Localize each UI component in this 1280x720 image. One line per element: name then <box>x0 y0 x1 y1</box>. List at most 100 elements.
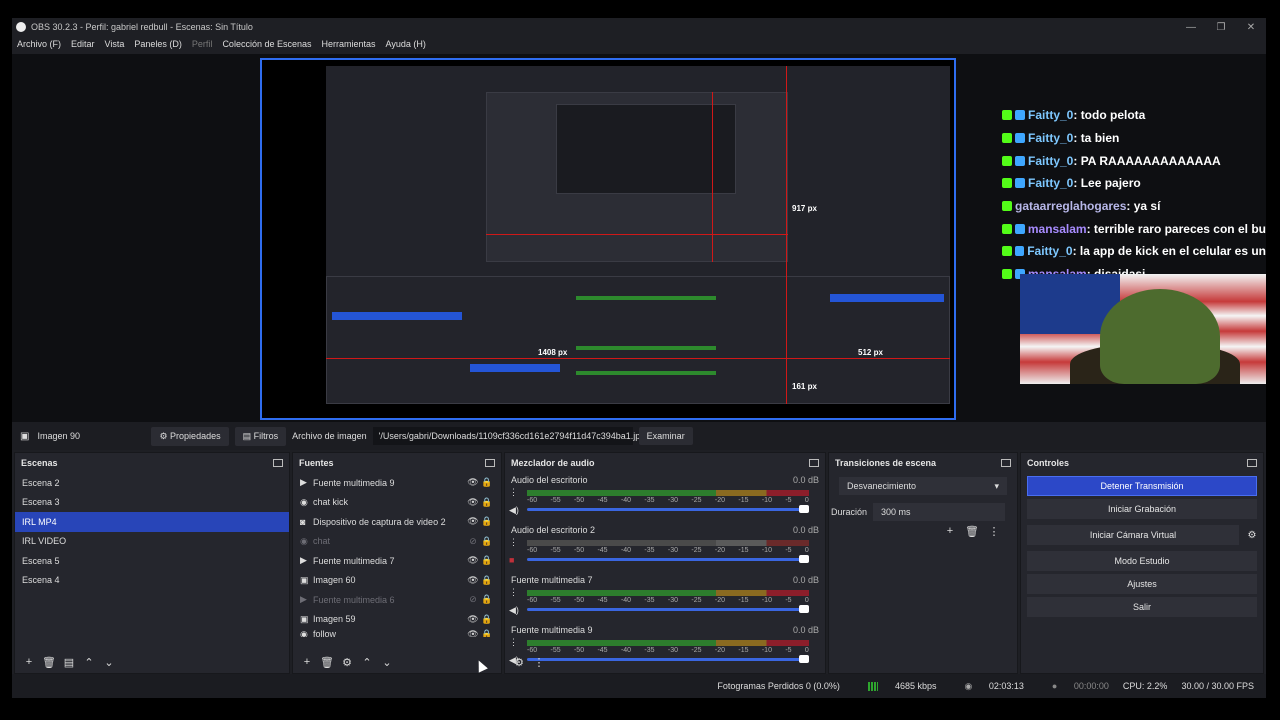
undock-icon[interactable] <box>1001 459 1011 467</box>
trash-icon[interactable]: 🗑 <box>961 525 983 538</box>
speaker-icon[interactable]: ◀) <box>509 605 519 616</box>
scene-item[interactable]: Escena 4 <box>15 571 289 591</box>
arrow-down-icon[interactable]: ⌄ <box>99 656 119 669</box>
advanced-audio-icon[interactable]: ⚙ <box>509 656 529 669</box>
scene-item[interactable]: IRL VIDEO <box>15 532 289 552</box>
menu-dots-icon[interactable]: ⋮ <box>509 637 518 648</box>
source-item[interactable]: ▶ Fuente multimedia 7 👁 🔒 <box>293 551 501 571</box>
lock-icon[interactable]: 🔒 <box>480 536 494 547</box>
eye-icon[interactable]: 👁 <box>466 614 480 625</box>
lock-icon[interactable]: 🔒 <box>480 575 494 586</box>
menu-edit[interactable]: Editar <box>66 39 100 49</box>
volume-slider-handle[interactable] <box>799 605 809 613</box>
menu-dots-icon[interactable]: ⋮ <box>509 587 518 598</box>
trash-icon[interactable]: 🗑 <box>39 656 59 669</box>
source-item[interactable]: ▣ Imagen 60 👁 🔒 <box>293 571 501 591</box>
preview-canvas[interactable]: 917 px 1408 px 512 px 161 px <box>260 58 956 420</box>
arrow-up-icon[interactable]: ⌃ <box>357 656 377 669</box>
source-item[interactable]: ◙ Dispositivo de captura de video 2 👁 🔒 <box>293 512 501 532</box>
scale-tick: -50 <box>573 597 585 604</box>
undock-icon[interactable] <box>809 459 819 467</box>
menu-docks[interactable]: Paneles (D) <box>129 39 187 49</box>
stop-stream-button[interactable]: Detener Transmisión <box>1027 476 1257 496</box>
maximize-button[interactable]: ❐ <box>1206 22 1236 33</box>
minimize-button[interactable]: — <box>1176 22 1206 33</box>
volume-slider-handle[interactable] <box>799 505 809 513</box>
speaker-muted-icon[interactable]: ■ <box>509 555 514 565</box>
settings-button[interactable]: Ajustes <box>1027 574 1257 594</box>
add-icon[interactable]: + <box>939 525 961 538</box>
source-item[interactable]: ▶ Fuente multimedia 9 👁 🔒 <box>293 473 501 493</box>
menu-help[interactable]: Ayuda (H) <box>381 39 431 49</box>
studio-mode-button[interactable]: Modo Estudio <box>1027 551 1257 571</box>
eye-hidden-icon[interactable]: ⊘ <box>466 536 480 547</box>
menu-scene-collection[interactable]: Colección de Escenas <box>217 39 316 49</box>
volume-slider-handle[interactable] <box>799 555 809 563</box>
speaker-icon[interactable]: ◀) <box>509 505 519 516</box>
scale-tick: -40 <box>620 597 632 604</box>
menu-profile[interactable]: Perfil <box>187 39 218 49</box>
arrow-up-icon[interactable]: ⌃ <box>79 656 99 669</box>
add-icon[interactable]: + <box>19 656 39 668</box>
filter-icon[interactable]: ▤ <box>59 656 79 669</box>
trash-icon[interactable]: 🗑 <box>317 656 337 669</box>
scale-tick: -25 <box>691 497 702 504</box>
volume-slider[interactable] <box>527 558 803 561</box>
virtual-camera-button[interactable]: Iniciar Cámara Virtual <box>1027 525 1239 545</box>
lock-icon[interactable]: 🔒 <box>480 477 494 488</box>
source-item-hidden[interactable]: ▶ Fuente multimedia 6 ⊘ 🔒 <box>293 590 501 610</box>
menu-file[interactable]: Archivo (F) <box>12 39 66 49</box>
undock-icon[interactable] <box>485 459 495 467</box>
close-button[interactable]: ✕ <box>1236 22 1266 33</box>
volume-slider[interactable] <box>527 508 803 511</box>
browse-button[interactable]: Examinar <box>638 427 693 445</box>
record-icon: ● <box>1051 681 1058 691</box>
lock-icon[interactable]: 🔒 <box>480 497 494 508</box>
menu-dots-icon[interactable]: ⋮ <box>529 656 549 669</box>
eye-icon[interactable]: 👁 <box>466 516 480 527</box>
properties-button[interactable]: ⚙ Propiedades <box>151 426 229 446</box>
file-path-field[interactable]: '/Users/gabri/Downloads/1109cf336cd161e2… <box>372 427 645 445</box>
eye-icon[interactable]: 👁 <box>466 497 480 508</box>
scene-item-selected[interactable]: IRL MP4 <box>15 512 289 532</box>
mixer-channel: Audio del escritorio 2 0.0 dB ⋮ -60 -55 -50 -4… <box>505 523 825 573</box>
transition-select[interactable]: Desvanecimiento ▾ <box>839 477 1007 495</box>
undock-icon[interactable] <box>1247 459 1257 467</box>
source-item[interactable]: ▣ Imagen 59 👁 🔒 <box>293 610 501 630</box>
lock-icon[interactable]: 🔒 <box>480 614 494 625</box>
source-item-hidden[interactable]: ◉ chat ⊘ 🔒 <box>293 532 501 552</box>
scale-tick: -5 <box>785 497 792 504</box>
source-item[interactable]: ◉ chat kick 👁 🔒 <box>293 493 501 513</box>
menu-dots-icon[interactable]: ⋮ <box>509 537 518 548</box>
arrow-down-icon[interactable]: ⌄ <box>377 656 397 669</box>
eye-icon[interactable]: 👁 <box>466 629 480 637</box>
exit-button[interactable]: Salir <box>1027 597 1257 617</box>
scene-item[interactable]: Escena 3 <box>15 493 289 513</box>
menu-dots-icon[interactable]: ⋮ <box>509 487 518 498</box>
gear-icon[interactable]: ⚙ <box>337 656 357 669</box>
eye-icon[interactable]: 👁 <box>466 575 480 586</box>
start-recording-button[interactable]: Iniciar Grabación <box>1027 499 1257 519</box>
menu-dots-icon[interactable]: ⋮ <box>983 525 1005 538</box>
scene-item[interactable]: Escena 2 <box>15 473 289 493</box>
scene-item[interactable]: Escena 5 <box>15 551 289 571</box>
add-icon[interactable]: + <box>297 656 317 668</box>
duration-field[interactable]: 300 ms <box>873 503 1005 521</box>
undock-icon[interactable] <box>273 459 283 467</box>
eye-icon[interactable]: 👁 <box>466 477 480 488</box>
menu-view[interactable]: Vista <box>100 39 130 49</box>
filters-button[interactable]: ▤ Filtros <box>234 426 287 446</box>
volume-slider[interactable] <box>527 608 803 611</box>
chat-message: Faitty_0 : ta bien <box>1002 127 1266 150</box>
sources-title: Fuentes <box>299 458 334 468</box>
eye-icon[interactable]: 👁 <box>466 555 480 566</box>
eye-hidden-icon[interactable]: ⊘ <box>466 594 480 605</box>
preview-area[interactable]: 917 px 1408 px 512 px 161 px Faitty_0 : … <box>12 54 1266 422</box>
gear-icon[interactable]: ⚙ <box>1241 530 1263 541</box>
lock-icon[interactable]: 🔒 <box>480 555 494 566</box>
lock-icon[interactable]: 🔒 <box>480 629 494 637</box>
menu-tools[interactable]: Herramientas <box>317 39 381 49</box>
lock-icon[interactable]: 🔒 <box>480 594 494 605</box>
source-item[interactable]: ◉ follow 👁 🔒 <box>293 629 501 637</box>
lock-icon[interactable]: 🔒 <box>480 516 494 527</box>
